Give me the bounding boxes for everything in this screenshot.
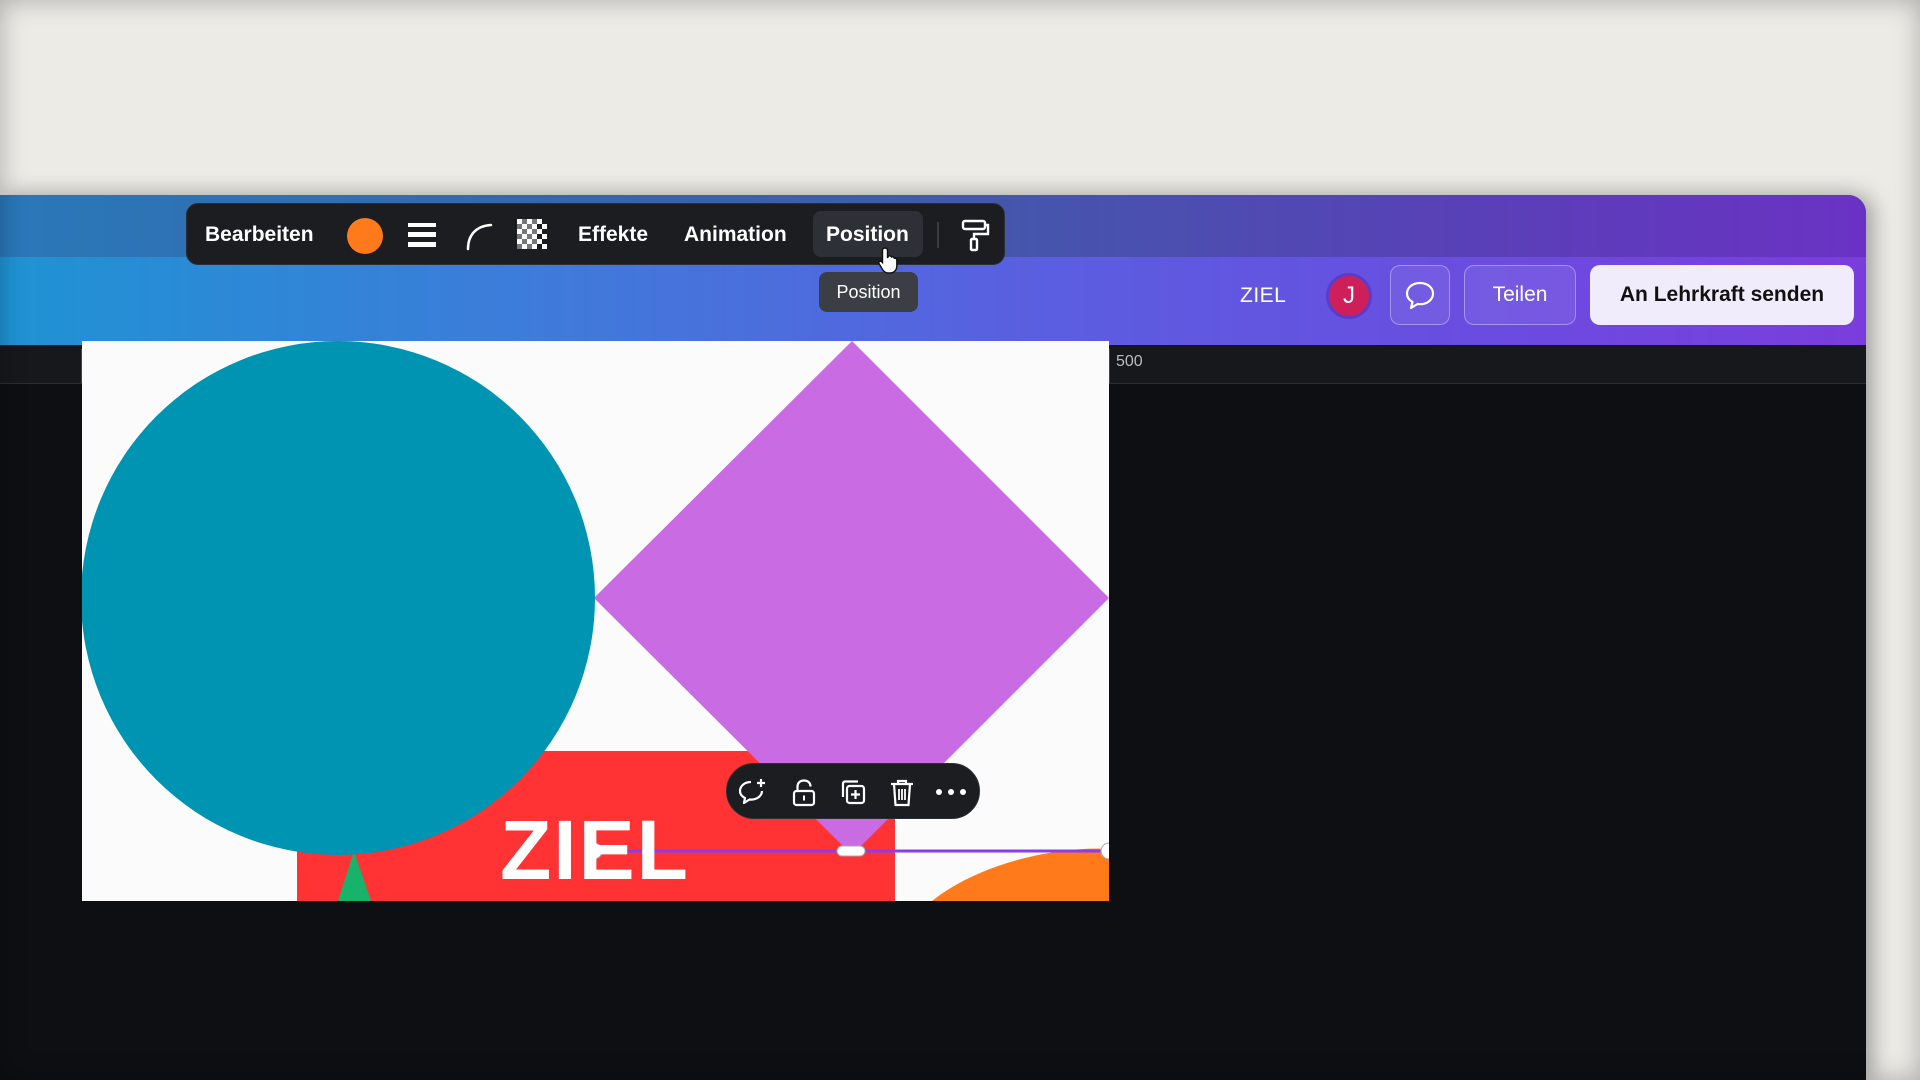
lock-icon[interactable] xyxy=(791,778,817,808)
teal-circle[interactable] xyxy=(82,341,595,855)
canvas-heading[interactable]: ZIEL xyxy=(500,808,690,892)
user-avatar[interactable]: J xyxy=(1326,273,1372,319)
trash-icon[interactable] xyxy=(889,778,915,808)
comment-button[interactable] xyxy=(1390,265,1450,325)
animation-button[interactable]: Animation xyxy=(684,223,787,247)
orange-shape[interactable] xyxy=(932,848,1109,901)
corner-rounding-icon[interactable] xyxy=(464,221,494,251)
more-icon[interactable] xyxy=(935,788,967,796)
document-title[interactable]: ZIEL xyxy=(1240,284,1286,308)
line-weight-icon[interactable] xyxy=(407,221,437,249)
top-bar: ZIEL J Teilen An Lehrkraft senden xyxy=(0,257,1866,345)
position-button[interactable]: Position xyxy=(826,223,909,247)
effects-button[interactable]: Effekte xyxy=(578,223,648,247)
ruler-label: 500 xyxy=(1116,353,1143,370)
send-to-teacher-button[interactable]: An Lehrkraft senden xyxy=(1590,265,1854,325)
paint-format-icon[interactable] xyxy=(960,218,990,252)
mouse-cursor-icon xyxy=(878,247,898,274)
share-button[interactable]: Teilen xyxy=(1464,265,1576,325)
position-tooltip: Position xyxy=(819,272,918,312)
transparency-icon[interactable] xyxy=(517,219,549,251)
selection-handle-middle[interactable] xyxy=(836,845,866,857)
toolbar-divider xyxy=(937,222,939,248)
edit-button[interactable]: Bearbeiten xyxy=(205,223,314,247)
selection-toolbar xyxy=(726,763,980,819)
duplicate-icon[interactable] xyxy=(839,778,867,806)
add-comment-icon[interactable] xyxy=(737,778,767,806)
color-swatch[interactable] xyxy=(347,218,383,254)
comment-icon xyxy=(1405,281,1435,310)
